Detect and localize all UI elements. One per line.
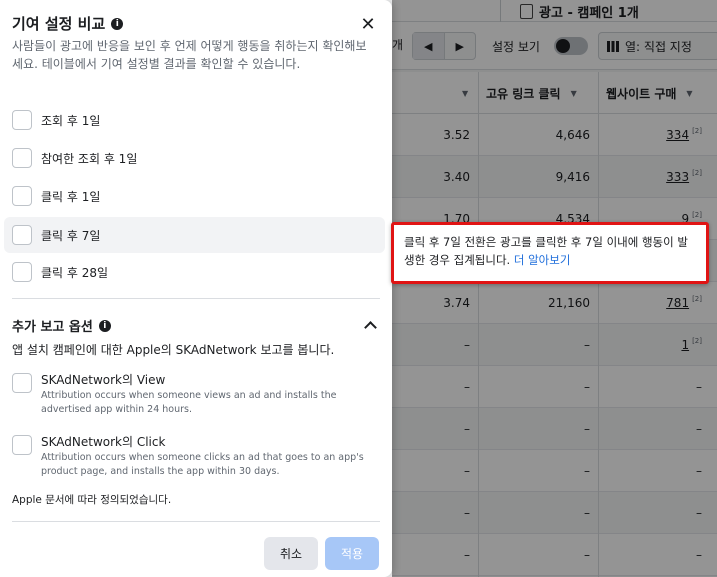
section-divider [12, 298, 380, 299]
option-click-7day[interactable]: 클릭 후 7일 [4, 217, 385, 253]
info-icon[interactable]: i [111, 17, 124, 30]
footer-divider [12, 521, 380, 522]
checkbox[interactable] [12, 225, 32, 245]
checkbox[interactable] [12, 148, 32, 168]
checkbox[interactable] [12, 262, 32, 282]
additional-options-description: 앱 설치 캠페인에 대한 Apple의 SKAdNetwork 보고를 봅니다. [12, 343, 335, 357]
additional-options-title-text: 추가 보고 옵션 [12, 320, 93, 335]
checkbox[interactable] [12, 186, 32, 206]
panel-title: 기여 설정 비교 i [12, 13, 124, 34]
click-7day-tooltip: 클릭 후 7일 전환은 광고를 클릭한 후 7일 이내에 행동이 발생한 경우 … [391, 222, 709, 284]
option-click-1day[interactable]: 클릭 후 1일 [4, 178, 385, 214]
option-label: 클릭 후 7일 [41, 228, 101, 243]
info-icon[interactable]: i [98, 319, 111, 332]
cancel-button[interactable]: 취소 [264, 537, 318, 570]
option-label: 클릭 후 1일 [41, 189, 101, 204]
option-label: 조회 후 1일 [41, 113, 101, 128]
additional-options-title: 추가 보고 옵션 i [12, 316, 111, 335]
option-engaged-view-1day[interactable]: 참여한 조회 후 1일 [4, 140, 385, 176]
option-description: Attribution occurs when someone clicks a… [41, 452, 364, 477]
panel-description: 사람들이 광고에 반응을 보인 후 언제 어떻게 행동을 취하는지 확인해보세요… [12, 39, 367, 71]
modal-overlay[interactable] [392, 0, 717, 577]
option-title: SKAdNetwork의 View [41, 373, 166, 387]
option-title: SKAdNetwork의 Click [41, 435, 166, 449]
attribution-compare-panel: 기여 설정 비교 i ✕ 사람들이 광고에 반응을 보인 후 언제 어떻게 행동… [0, 0, 392, 577]
option-label: 클릭 후 28일 [41, 265, 109, 280]
close-button[interactable]: ✕ [356, 12, 380, 36]
checkbox[interactable] [12, 373, 32, 393]
checkbox[interactable] [12, 435, 32, 455]
panel-title-text: 기여 설정 비교 [12, 15, 106, 33]
option-text: SKAdNetwork의 Click Attribution occurs wh… [41, 434, 382, 479]
option-text: SKAdNetwork의 View Attribution occurs whe… [41, 372, 382, 417]
option-label: 참여한 조회 후 1일 [41, 151, 138, 166]
option-description: Attribution occurs when someone views an… [41, 390, 337, 415]
apply-button[interactable]: 적용 [325, 537, 379, 570]
learn-more-link[interactable]: 더 알아보기 [514, 253, 571, 267]
chevron-up-icon[interactable] [362, 317, 378, 333]
option-view-1day[interactable]: 조회 후 1일 [4, 102, 385, 138]
checkbox[interactable] [12, 110, 32, 130]
option-click-28day[interactable]: 클릭 후 28일 [4, 254, 385, 290]
option-skadnetwork-click[interactable]: SKAdNetwork의 Click Attribution occurs wh… [12, 434, 382, 479]
option-skadnetwork-view[interactable]: SKAdNetwork의 View Attribution occurs whe… [12, 372, 382, 417]
apple-definition-note: Apple 문서에 따라 정의되었습니다. [12, 494, 172, 506]
